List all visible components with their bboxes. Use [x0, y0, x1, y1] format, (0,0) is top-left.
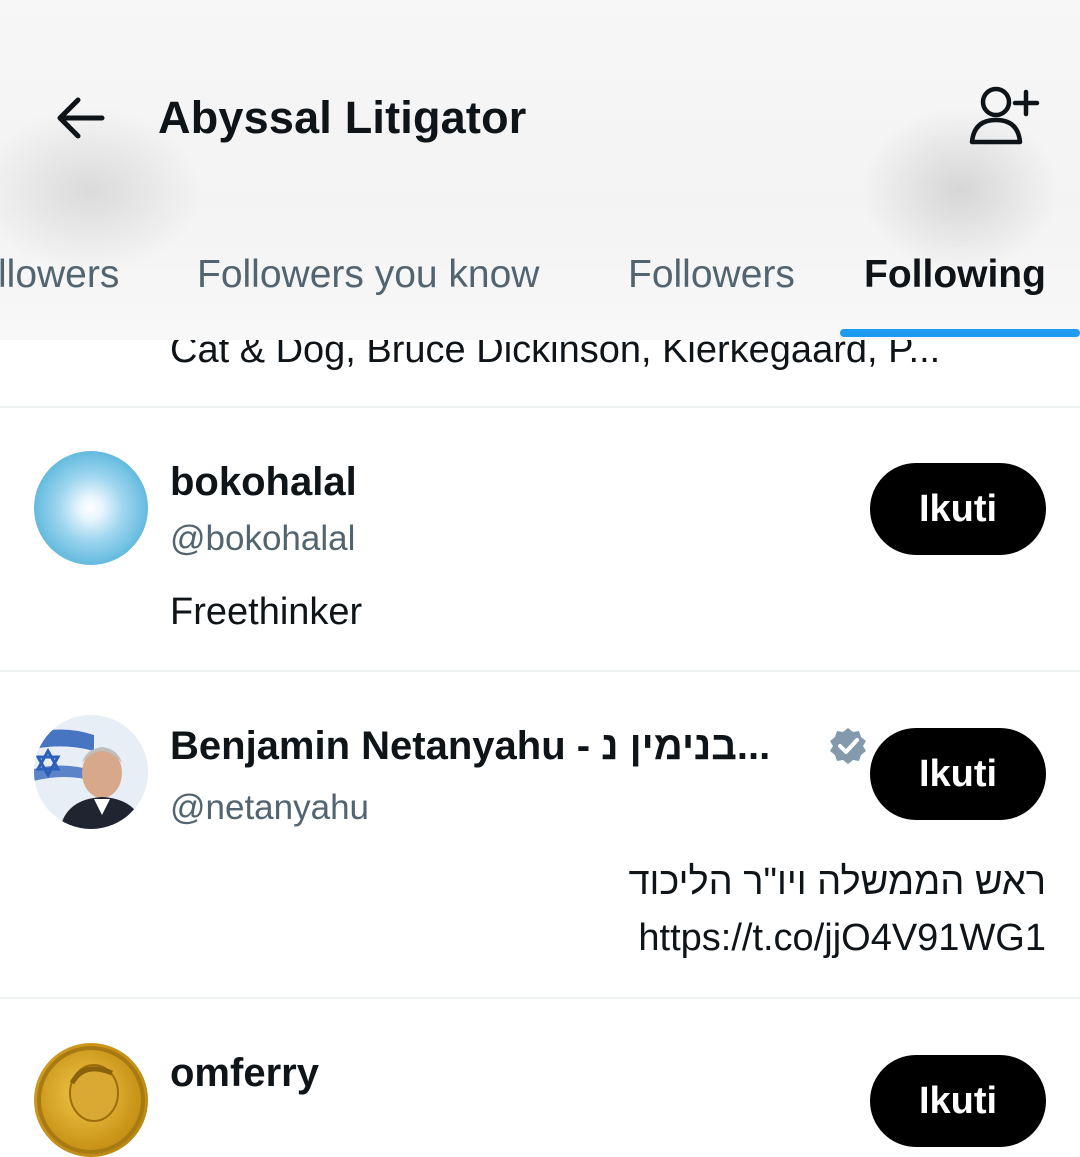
avatar[interactable]	[34, 451, 148, 565]
tab-following[interactable]: Following	[864, 250, 1046, 300]
arrow-left-icon[interactable]	[50, 88, 110, 148]
divider	[0, 997, 1080, 999]
top-app-bar: Abyssal Litigator llowers Followers you …	[0, 0, 1080, 340]
portrait-image	[34, 715, 148, 829]
user-name: bokohalal	[170, 460, 357, 504]
avatar[interactable]	[34, 715, 148, 829]
coin-image	[37, 1046, 145, 1154]
user-handle: @bokohalal	[170, 519, 356, 558]
divider	[0, 670, 1080, 672]
verified-badge-icon	[830, 728, 866, 764]
user-bio: Freethinker	[170, 591, 363, 633]
follow-button[interactable]: Ikuti	[870, 728, 1046, 820]
tab-followers-you-know[interactable]: Followers you know	[197, 250, 539, 300]
user-bio-link[interactable]: https://t.co/jjO4V91WG1	[638, 912, 1046, 964]
tab-followers-verified[interactable]: llowers	[0, 250, 119, 300]
user-bio-line: ראש הממשלה ויו"ר הליכוד	[628, 861, 1046, 903]
tab-followers[interactable]: Followers	[628, 250, 795, 300]
follow-button[interactable]: Ikuti	[870, 463, 1046, 555]
page-title: Abyssal Litigator	[158, 92, 527, 143]
person-add-icon[interactable]	[966, 84, 1042, 150]
user-name: omferry	[170, 1051, 319, 1095]
user-name: Benjamin Netanyahu - בנימין נ...	[170, 724, 771, 768]
tab-bar: llowers Followers you know Followers Fol…	[0, 244, 1080, 340]
user-handle: @netanyahu	[170, 788, 370, 827]
avatar[interactable]	[34, 1043, 148, 1157]
follow-button[interactable]: Ikuti	[870, 1055, 1046, 1147]
active-tab-indicator	[840, 329, 1080, 337]
divider	[0, 406, 1080, 408]
